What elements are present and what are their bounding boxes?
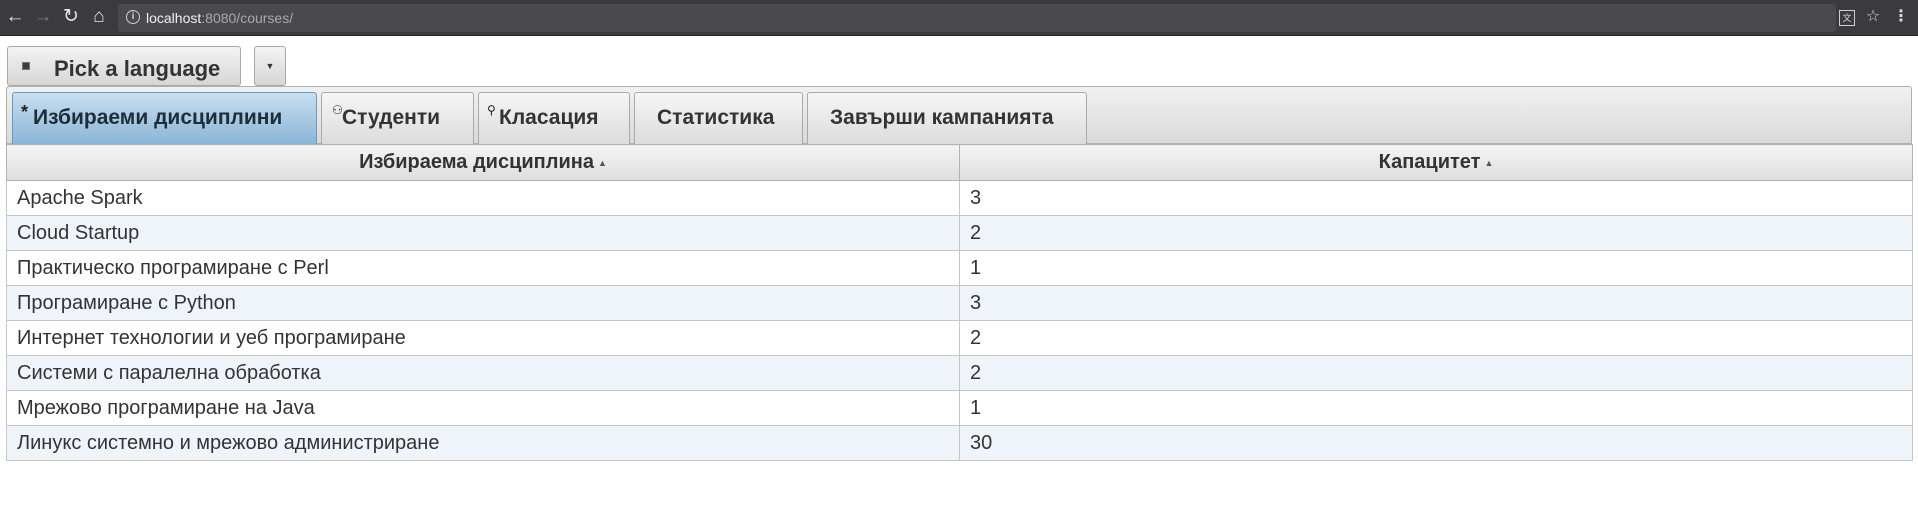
tab-statistics[interactable]: Статистика [634,92,803,144]
tab-ranking[interactable]: ⚲ Класация [478,92,630,144]
url-host: localhost [146,10,202,26]
translate-icon[interactable]: 文 [1834,4,1860,30]
caret-down-icon: ▼ [265,61,275,71]
home-icon[interactable]: ⌂ [86,4,112,30]
bookmark-star-icon[interactable]: ☆ [1860,4,1886,30]
tab-label: Избираеми дисциплини [33,106,283,129]
table-row[interactable]: Програмиране с Python 3 [6,285,1913,321]
language-picker-label: Pick a language [54,56,221,81]
column-header-capacity[interactable]: Капацитет ▲︎ [959,144,1913,181]
language-dropdown-button[interactable]: ▼ [254,46,286,86]
courses-table: Избираема дисциплина ▲︎ Капацитет ▲︎ Apach… [6,144,1913,461]
tab-label: Статистика [657,106,775,129]
magnifier-icon: ⚲ [487,103,496,117]
language-picker-button[interactable]: Pick a language [7,46,241,86]
asterisk-icon: * [21,102,29,122]
reload-icon[interactable]: ↻ [58,4,84,30]
table-row[interactable]: Интернет технологии и уеб програмиране 2 [6,320,1913,356]
tab-students[interactable]: ⚇ Студенти [321,92,474,144]
language-icon [22,62,30,70]
capacity-cell[interactable]: 1 [959,390,1913,426]
tab-label: Студенти [342,106,441,129]
table-row[interactable]: Линукс системно и мрежово администриране… [6,425,1913,461]
capacity-cell[interactable]: 30 [959,425,1913,461]
table-header-row: Избираема дисциплина ▲︎ Капацитет ▲︎ [6,144,1913,181]
column-header-label: Избираема дисциплина [359,151,594,173]
forward-icon[interactable]: → [30,4,56,30]
capacity-cell[interactable]: 2 [959,320,1913,356]
course-name-cell[interactable]: Cloud Startup [6,215,960,251]
course-name-cell[interactable]: Програмиране с Python [6,285,960,321]
url-path: :8080/courses/ [201,10,294,26]
course-name-cell[interactable]: Мрежово програмиране на Java [6,390,960,426]
course-name-cell[interactable]: Интернет технологии и уеб програмиране [6,320,960,356]
capacity-cell[interactable]: 2 [959,215,1913,251]
table-row[interactable]: Практическо програмиране с Perl 1 [6,250,1913,286]
table-row[interactable]: Cloud Startup 2 [6,215,1913,251]
capacity-cell[interactable]: 3 [959,285,1913,321]
url-text[interactable]: localhost:8080/courses/ [146,9,293,27]
table-row[interactable]: Мрежово програмиране на Java 1 [6,390,1913,426]
sort-icon[interactable]: ▲︎ [598,158,607,168]
capacity-cell[interactable]: 1 [959,250,1913,286]
capacity-cell[interactable]: 3 [959,180,1913,216]
tab-label: Завърши кампанията [830,106,1054,129]
tab-bar: * Избираеми дисциплини ⚇ Студенти ⚲ Клас… [6,86,1912,144]
address-bar[interactable]: i localhost:8080/courses/ [118,4,1836,32]
menu-icon[interactable]: ⋮ [1888,4,1914,30]
sort-icon[interactable]: ▲︎ [1484,158,1493,168]
tab-finish-campaign[interactable]: Завърши кампанията [807,92,1087,144]
table-row[interactable]: Системи с паралелна обработка 2 [6,355,1913,391]
course-name-cell[interactable]: Линукс системно и мрежово администриране [6,425,960,461]
tab-label: Класация [499,106,599,129]
column-header-label: Капацитет [1378,151,1481,173]
course-name-cell[interactable]: Apache Spark [6,180,960,216]
column-header-course[interactable]: Избираема дисциплина ▲︎ [6,144,960,181]
course-name-cell[interactable]: Системи с паралелна обработка [6,355,960,391]
table-row[interactable]: Apache Spark 3 [6,180,1913,216]
info-icon[interactable]: i [126,10,140,24]
tab-elective-courses[interactable]: * Избираеми дисциплини [12,92,317,144]
capacity-cell[interactable]: 2 [959,355,1913,391]
browser-toolbar: ← → ↻ ⌂ i localhost:8080/courses/ 文 ☆ ⋮ [0,0,1918,36]
course-name-cell[interactable]: Практическо програмиране с Perl [6,250,960,286]
back-icon[interactable]: ← [2,4,28,30]
